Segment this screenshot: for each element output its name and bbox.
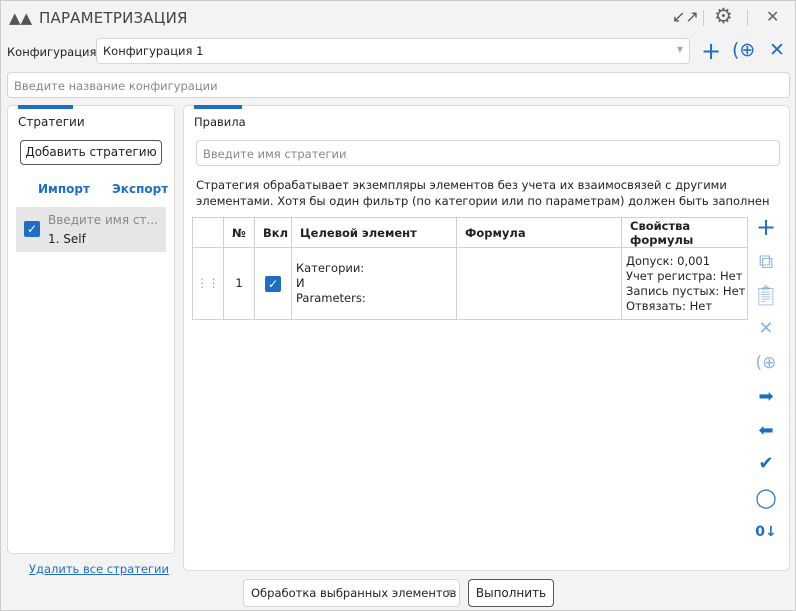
delete-rule-icon[interactable]: ✕ [753,316,779,342]
add-config-icon[interactable]: + [701,37,721,65]
config-name-input[interactable]: Введите название конфигурации [7,72,790,98]
row-number: 1 [223,247,255,320]
import-link[interactable]: Импорт [38,182,90,196]
run-button[interactable]: Выполнить [468,579,554,607]
delete-all-strategies-link[interactable]: Удалить все стратегии [29,562,169,576]
strategy-description: Стратегия обрабатывает экземпляры элемен… [196,178,770,208]
divider [703,10,704,26]
row-enabled-checkbox[interactable]: ✓ [254,247,292,320]
table-row[interactable]: ⋮⋮ 1 ✓ Категории: И Parameters: Допуск: … [192,247,748,320]
paste-icon[interactable]: 📋︎ [753,282,779,308]
row-target[interactable]: Категории: И Parameters: [291,247,457,320]
table-header: № Вкл Целевой элемент Формула Свойства ф… [192,217,748,248]
mode-selected: Обработка выбранных элементов [251,586,457,600]
prop-line: Допуск: 0,001 [626,253,711,268]
target-line: Parameters: [296,291,366,305]
close-icon[interactable]: ✕ [766,7,779,26]
config-select[interactable]: Конфигурация 1 ▼ [96,38,690,64]
app-logo: ▲▲ [9,9,33,27]
arrow-right-icon[interactable]: ➡ [753,384,779,410]
prop-line: Отвязать: Нет [626,298,713,313]
tab-rules[interactable]: Правила [194,115,246,129]
duplicate-rule-icon[interactable]: (⊕ [753,350,779,376]
strategies-panel: Стратегии Добавить стратегию Импорт Эксп… [7,105,175,554]
prop-line: Запись пустых: Нет [626,283,746,298]
copy-icon[interactable]: ⧉ [753,248,779,274]
target-line: И [296,276,305,290]
strategy-name: Введите имя ст... [48,213,158,227]
chevron-down-icon: ▼ [446,588,453,597]
add-rule-icon[interactable]: + [753,214,779,240]
column-header: Вкл [254,217,292,248]
chevron-down-icon: ▼ [676,45,683,54]
drag-handle-icon[interactable]: ⋮⋮ [192,247,224,320]
export-link[interactable]: Экспорт [112,182,168,196]
row-formula[interactable] [456,247,622,320]
gear-icon[interactable]: ⚙ [714,4,733,28]
divider [747,10,748,26]
delete-config-icon[interactable]: ✕ [769,39,785,61]
arrow-left-icon[interactable]: ⬅ [753,418,779,444]
strategy-name-input[interactable]: Введите имя стратегии [196,140,780,166]
strategy-sub: 1. Self [48,232,86,246]
column-header: Формула [456,217,622,248]
uncheck-all-icon[interactable]: ◯ [753,485,779,511]
tab-indicator [18,105,73,109]
target-line: Категории: [296,261,365,275]
window-title: ПАРАМЕТРИЗАЦИЯ [39,9,188,27]
collapse-icon[interactable]: ↙↗ [672,7,699,26]
column-header: Свойства формулы [621,217,748,248]
config-label: Конфигурация: [7,45,101,59]
prop-line: Учет регистра: Нет [626,268,743,283]
tab-strategies[interactable]: Стратегии [18,115,85,129]
add-strategy-button[interactable]: Добавить стратегию [20,140,162,165]
check-all-icon[interactable]: ✔ [753,451,779,477]
drag-column-header [192,217,224,248]
config-name-placeholder: Введите название конфигурации [14,79,218,93]
sort-icon[interactable]: 0↓ [753,519,779,545]
strategy-checkbox[interactable]: ✓ [24,221,40,237]
row-props[interactable]: Допуск: 0,001 Учет регистра: Нет Запись … [621,247,748,320]
mode-select[interactable]: Обработка выбранных элементов ▼ [243,579,460,607]
column-header: Целевой элемент [291,217,457,248]
rules-table: № Вкл Целевой элемент Формула Свойства ф… [192,217,748,320]
copy-config-icon[interactable]: (⊕ [732,39,755,61]
config-selected: Конфигурация 1 [103,44,204,58]
tab-indicator [194,105,242,109]
column-header: № [223,217,255,248]
rules-panel: Правила Введите имя стратегии Стратегия … [183,105,790,571]
strategy-list-item[interactable]: ✓ Введите имя ст... 1. Self [16,207,166,252]
strategy-name-placeholder: Введите имя стратегии [203,147,347,161]
